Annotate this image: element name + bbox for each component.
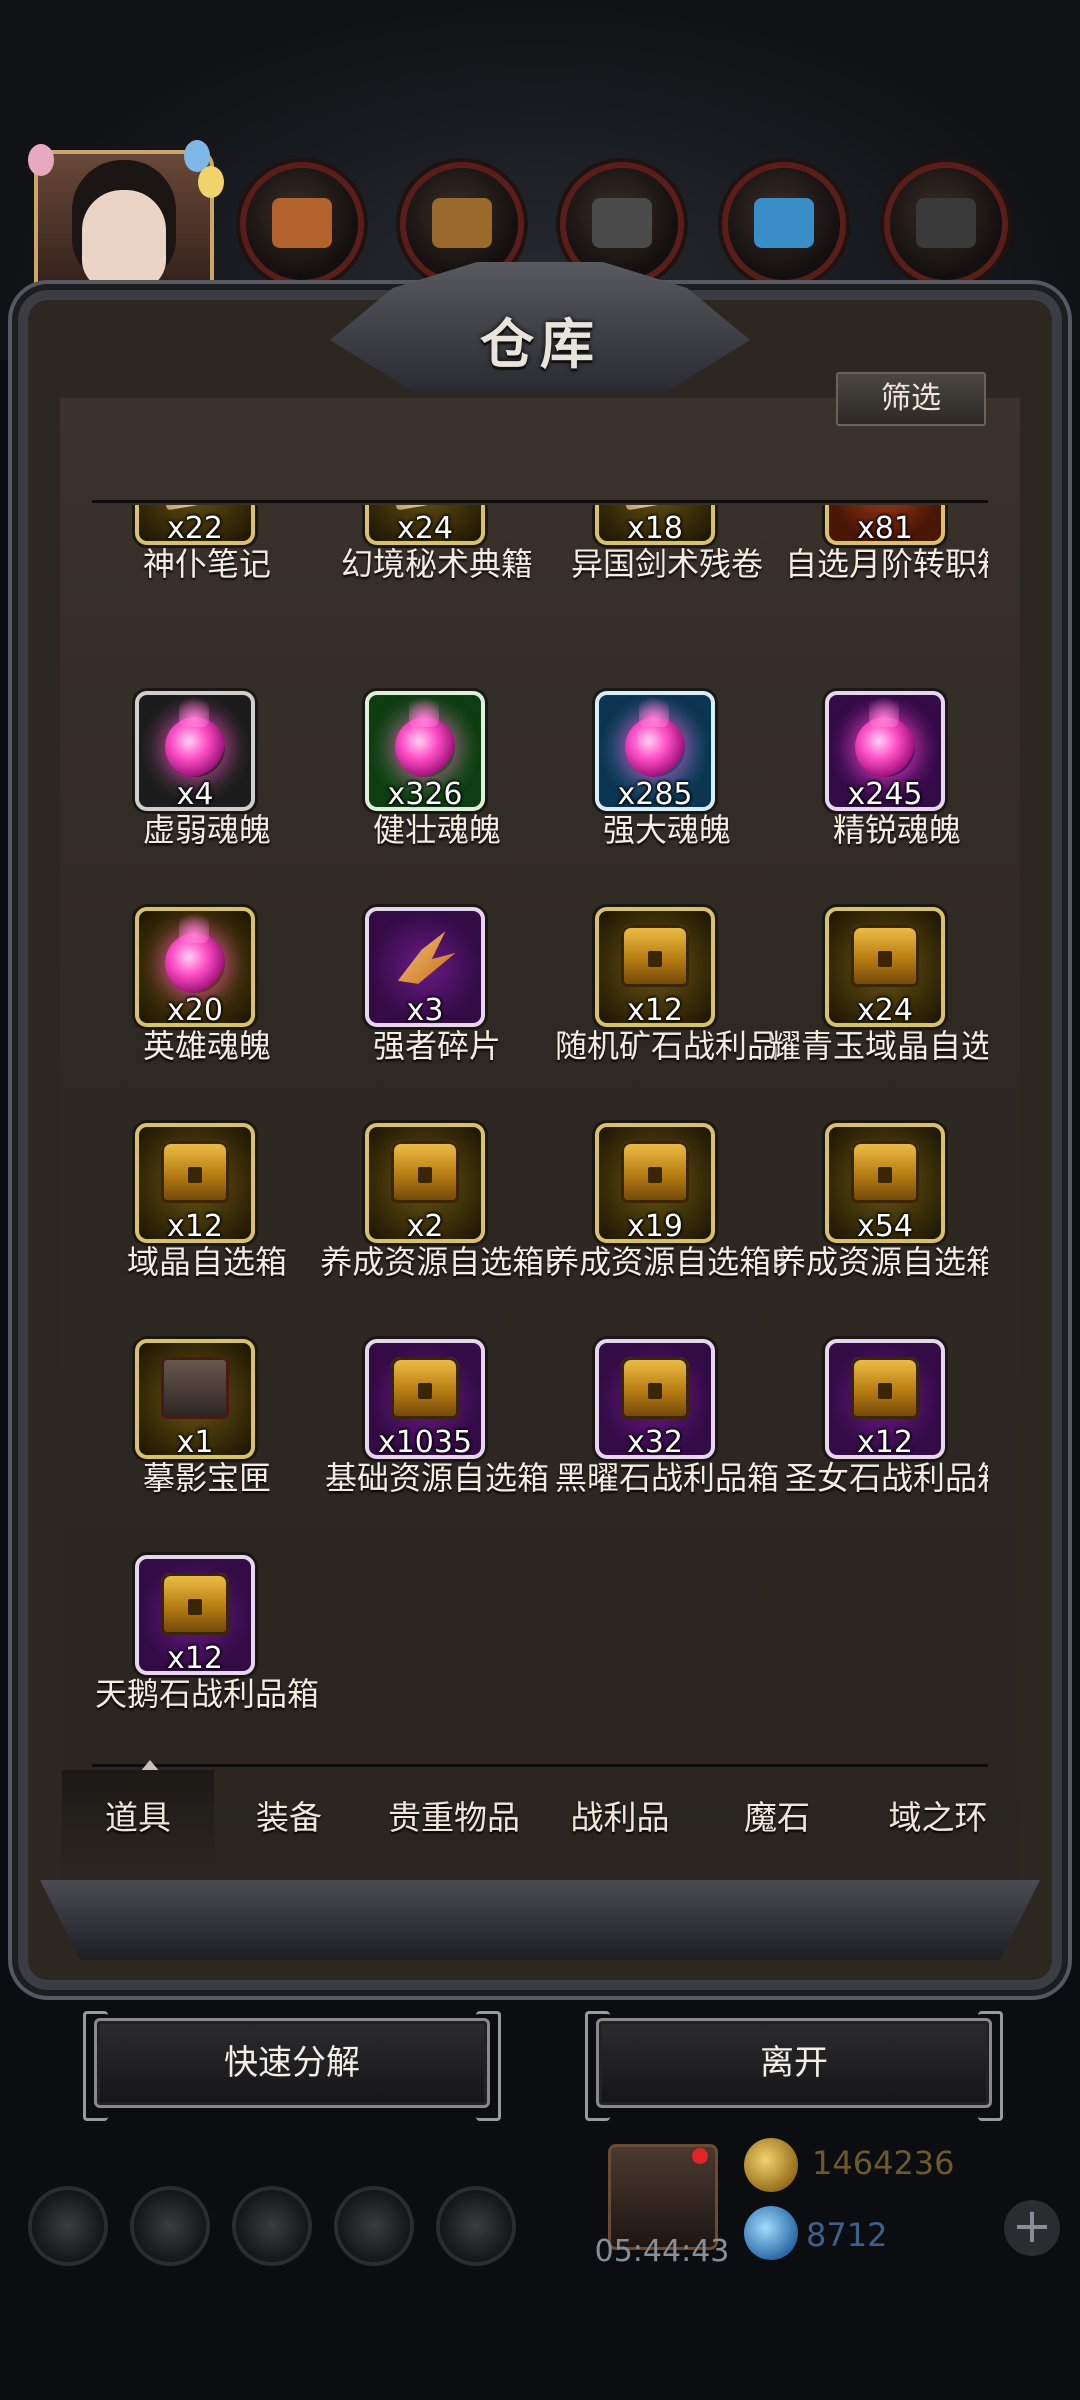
item-name: 自选月阶转职箱	[784, 545, 988, 583]
tab-loot[interactable]: 战利品	[544, 1770, 696, 1866]
player-avatar[interactable]	[28, 140, 224, 310]
gold-amount: 1464236	[812, 2144, 955, 2182]
inventory-item[interactable]: x24 幻境秘术典籍	[322, 505, 552, 641]
chest-icon	[851, 1141, 919, 1203]
inventory-item[interactable]: x12 随机矿石战利品	[552, 907, 782, 1123]
gold-coin-icon	[744, 2138, 798, 2192]
gem-icon	[744, 2206, 798, 2260]
notification-dot	[692, 2148, 708, 2164]
soul-orb-icon	[165, 907, 225, 993]
divider	[92, 1764, 988, 1767]
mail-icon[interactable]	[338, 2190, 410, 2262]
chest-icon	[621, 925, 689, 987]
crystal-resource-icon[interactable]	[728, 168, 840, 280]
tab-items[interactable]: 道具	[62, 1770, 214, 1866]
settings-gear-icon[interactable]	[32, 2190, 104, 2262]
tab-equipment[interactable]: 装备	[214, 1770, 364, 1866]
scroll-icon	[616, 505, 694, 511]
inventory-item[interactable]: x4 虚弱魂魄	[92, 691, 322, 907]
inventory-item[interactable]: x1035 基础资源自选箱	[322, 1339, 552, 1555]
chest-icon	[391, 1141, 459, 1203]
balloon-icon	[198, 166, 224, 198]
item-name: 养成资源自选箱Ⅲ	[773, 1243, 988, 1281]
inventory-item[interactable]: x3 强者碎片	[322, 907, 552, 1123]
inventory-item[interactable]: x22 神仆笔记	[92, 505, 322, 641]
shard-icon	[397, 931, 456, 984]
chest-icon	[621, 1357, 689, 1419]
gift-timer: 05:44:43	[594, 2234, 730, 2269]
meat-resource-icon[interactable]	[246, 168, 358, 280]
category-tabs: 道具 装备 贵重物品 战利品 魔石 域之环	[62, 1770, 1018, 1866]
soul-orb-icon	[855, 691, 915, 777]
chest-icon	[161, 1141, 229, 1203]
inventory-item[interactable]: x20 英雄魂魄	[92, 907, 322, 1123]
inventory-item[interactable]: x12 域晶自选箱	[92, 1123, 322, 1339]
tab-domain-ring[interactable]: 域之环	[858, 1770, 1018, 1866]
balloon-icon	[28, 144, 54, 176]
inventory-item[interactable]: x245 精锐魂魄	[782, 691, 988, 907]
add-currency-icon[interactable]: +	[1004, 2200, 1060, 2256]
chest-icon	[161, 1573, 229, 1635]
filter-button[interactable]: 筛选	[836, 372, 986, 426]
item-name: 精锐魂魄	[832, 811, 961, 849]
item-name: 圣女石战利品箱	[784, 1459, 988, 1497]
chest-icon	[391, 1357, 459, 1419]
inventory-item[interactable]: x12 圣女石战利品箱	[782, 1339, 988, 1555]
tab-valuables[interactable]: 贵重物品	[364, 1770, 544, 1866]
soul-orb-icon	[165, 691, 225, 777]
divider	[92, 500, 988, 503]
inventory-item[interactable]: x12 天鹅石战利品箱	[92, 1555, 322, 1763]
item-name: 天鹅石战利品箱	[94, 1675, 319, 1713]
soul-orb-icon	[625, 691, 685, 777]
inventory-item[interactable]: x81 自选月阶转职箱	[782, 505, 988, 641]
inventory-item[interactable]: x1 摹影宝匣	[92, 1339, 322, 1555]
iron-resource-icon[interactable]	[890, 168, 1002, 280]
quick-decompose-button[interactable]: 快速分解	[83, 2011, 501, 2121]
item-name: 耀青玉域晶自选箱	[768, 1027, 988, 1065]
compass-icon[interactable]	[134, 2190, 206, 2262]
page-title: 仓库	[480, 313, 600, 376]
inventory-item[interactable]: x24耀青玉域晶自选箱	[769, 907, 988, 1123]
dark-box-icon	[161, 1357, 229, 1419]
panel-bottom-ornament	[40, 1880, 1040, 1960]
inventory-item[interactable]: x326 健壮魂魄	[322, 691, 552, 907]
inventory-item[interactable]: x54养成资源自选箱Ⅲ	[774, 1123, 988, 1339]
rune-icon[interactable]	[236, 2190, 308, 2262]
chest-icon	[621, 1141, 689, 1203]
map-icon[interactable]	[440, 2190, 512, 2262]
leave-button[interactable]: 离开	[585, 2011, 1003, 2121]
inventory-item[interactable]: x2 养成资源自选箱Ⅰ	[320, 1123, 554, 1339]
item-grid[interactable]: x22 神仆笔记 x24 幻境秘术典籍 x18 异国剑术残卷 x81 自选月阶转职箱 x4 虚弱魂…	[92, 505, 988, 1763]
inventory-item[interactable]: x32 黑曜石战利品箱	[552, 1339, 782, 1555]
inventory-item[interactable]: x19 养成资源自选箱Ⅱ	[547, 1123, 787, 1339]
chest-icon	[851, 925, 919, 987]
gem-amount: 8712	[806, 2216, 888, 2254]
scroll-icon	[386, 505, 464, 511]
scroll-icon	[156, 505, 234, 511]
avatar-face	[82, 190, 166, 290]
chest-icon	[851, 1357, 919, 1419]
soul-orb-icon	[395, 691, 455, 777]
inventory-item[interactable]: x18 异国剑术残卷	[552, 505, 782, 641]
inventory-item[interactable]: x285 强大魂魄	[552, 691, 782, 907]
tab-magic-stone[interactable]: 魔石	[696, 1770, 858, 1866]
